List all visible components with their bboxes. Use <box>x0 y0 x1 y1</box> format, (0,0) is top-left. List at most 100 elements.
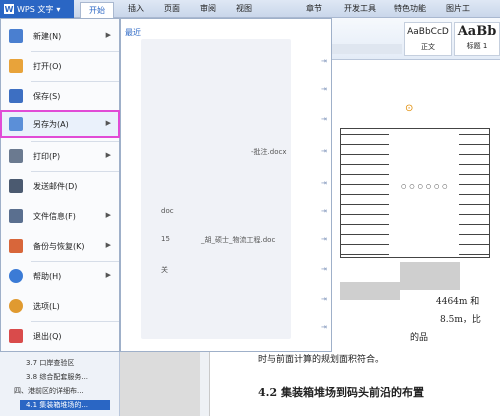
pin-icon[interactable]: ⇥ <box>321 57 327 65</box>
style-heading1[interactable]: AaBb 标题 1 <box>454 22 500 56</box>
recent-header: 最近 <box>125 28 141 37</box>
tab-insert[interactable]: 插入 <box>128 3 144 14</box>
style-preview: AaBb <box>457 24 497 39</box>
menu-open[interactable]: 打开(O) <box>1 53 119 79</box>
chevron-right-icon: ▶ <box>105 241 111 249</box>
blurred-list <box>141 39 291 339</box>
tab-dev-tools[interactable]: 开发工具 <box>344 3 376 14</box>
pin-icon[interactable]: ⇥ <box>321 235 327 243</box>
doc-fragment: 4464m 和 <box>436 297 480 307</box>
file-menu: 新建(N) ▶ 打开(O) 保存(S) 另存为(A) ▶ 打印(P) ▶ 发送邮… <box>0 18 120 352</box>
style-name: 标题 1 <box>466 42 488 50</box>
menu-backup-restore[interactable]: 备份与恢复(K) ▶ <box>1 233 119 259</box>
menu-options[interactable]: 选项(L) <box>1 293 119 319</box>
tab-features[interactable]: 特色功能 <box>394 3 426 14</box>
tab-review[interactable]: 审阅 <box>200 3 216 14</box>
recent-item[interactable]: _胡_硕士_物流工程.doc <box>201 235 275 245</box>
doc-heading: 4.2 集装箱堆场到码头前沿的布置 <box>258 386 424 399</box>
new-doc-icon <box>9 29 23 43</box>
backup-icon <box>9 239 23 253</box>
recent-item[interactable]: 关 <box>161 265 168 275</box>
menu-label: 打开(O) <box>33 61 62 71</box>
open-folder-icon <box>9 59 23 73</box>
pin-icon[interactable]: ⇥ <box>321 207 327 215</box>
menu-label: 打印(P) <box>33 151 61 161</box>
menu-label: 帮助(H) <box>33 271 62 281</box>
doc-line: 时与前面计算的规划面积符合。 <box>258 355 385 365</box>
menu-label: 选项(L) <box>33 301 60 311</box>
right-bars <box>459 129 489 257</box>
pin-icon[interactable]: ⇥ <box>321 147 327 155</box>
recent-item[interactable]: doc <box>161 207 174 215</box>
wps-logo-icon: W <box>4 4 14 14</box>
pin-icon[interactable]: ⇥ <box>321 295 327 303</box>
divider <box>31 321 119 322</box>
divider <box>31 51 119 52</box>
chevron-right-icon: ▶ <box>105 271 111 279</box>
style-preview: AaBbCcD <box>407 27 449 37</box>
recent-documents-panel: 最近 -批注.docx doc 15 _胡_硕士_物流工程.doc 关 ⇥ ⇥ … <box>120 18 332 352</box>
menu-label: 新建(N) <box>33 31 62 41</box>
help-icon <box>9 269 23 283</box>
menu-help[interactable]: 帮助(H) ▶ <box>1 263 119 289</box>
menu-file-info[interactable]: 文件信息(F) ▶ <box>1 203 119 229</box>
app-menu-button[interactable]: W WPS 文字 ▾ <box>0 0 74 18</box>
file-info-icon <box>9 209 23 223</box>
mail-icon <box>9 179 23 193</box>
dots-row: ○○○○○○ <box>401 183 451 190</box>
pin-icon[interactable]: ⇥ <box>321 85 327 93</box>
menu-send-mail[interactable]: 发送邮件(D) <box>1 173 119 199</box>
pin-icon[interactable]: ⇥ <box>321 179 327 187</box>
app-title: WPS 文字 <box>17 4 54 14</box>
doc-fragment: 8.5m，比 <box>440 315 481 325</box>
recent-item[interactable]: 15 <box>161 235 170 243</box>
menu-exit[interactable]: 退出(Q) <box>1 323 119 349</box>
tab-start[interactable]: 开始 <box>80 2 114 18</box>
divider <box>31 261 119 262</box>
menu-new[interactable]: 新建(N) ▶ <box>1 23 119 49</box>
layout-drawing: ○○○○○○ <box>340 128 490 258</box>
save-as-icon <box>9 117 23 131</box>
menu-print[interactable]: 打印(P) ▶ <box>1 143 119 169</box>
menu-label: 保存(S) <box>33 91 61 101</box>
tab-view[interactable]: 视图 <box>236 3 252 14</box>
menu-save-as[interactable]: 另存为(A) ▶ <box>0 110 120 138</box>
ribbon-tab-bar: W WPS 文字 ▾ 开始 插入 页面 审阅 视图 章节 开发工具 特色功能 图… <box>0 0 500 18</box>
style-name: 正文 <box>421 43 435 51</box>
menu-label: 退出(Q) <box>33 331 62 341</box>
recent-item[interactable]: -批注.docx <box>251 147 286 157</box>
mosaic <box>340 282 400 300</box>
menu-save[interactable]: 保存(S) <box>1 83 119 109</box>
tab-chapter[interactable]: 章节 <box>306 3 322 14</box>
menu-label: 另存为(A) <box>33 119 69 129</box>
divider <box>31 171 119 172</box>
doc-fragment: 的品 <box>410 333 429 343</box>
chevron-down-icon: ▾ <box>56 4 61 14</box>
menu-label: 发送邮件(D) <box>33 181 78 191</box>
pin-icon[interactable]: ⇥ <box>321 115 327 123</box>
pin-icon[interactable]: ⇥ <box>321 265 327 273</box>
left-bars <box>341 129 389 257</box>
anchor-icon: ⊙ <box>405 103 414 114</box>
save-icon <box>9 89 23 103</box>
mosaic <box>400 262 460 290</box>
divider <box>31 141 119 142</box>
chevron-right-icon: ▶ <box>105 31 111 39</box>
print-icon <box>9 149 23 163</box>
menu-label: 备份与恢复(K) <box>33 241 85 251</box>
nav-item[interactable]: 3.8 综合配套服务... <box>26 372 88 382</box>
divider <box>31 81 119 82</box>
exit-icon <box>9 329 23 343</box>
style-normal[interactable]: AaBbCcD 正文 <box>404 22 452 56</box>
tab-page[interactable]: 页面 <box>164 3 180 14</box>
pin-icon[interactable]: ⇥ <box>321 323 327 331</box>
nav-item[interactable]: 四、港前区的详细布... <box>14 386 84 396</box>
chevron-right-icon: ▶ <box>105 151 111 159</box>
chevron-right-icon: ▶ <box>105 119 111 127</box>
menu-label: 文件信息(F) <box>33 211 76 221</box>
options-icon <box>9 299 23 313</box>
tab-picture-tools[interactable]: 图片工 <box>446 3 470 14</box>
nav-item-selected[interactable]: 4.1 集装箱堆场的... <box>20 400 110 410</box>
nav-item[interactable]: 3.7 口岸查验区 <box>26 358 74 368</box>
chevron-right-icon: ▶ <box>105 211 111 219</box>
